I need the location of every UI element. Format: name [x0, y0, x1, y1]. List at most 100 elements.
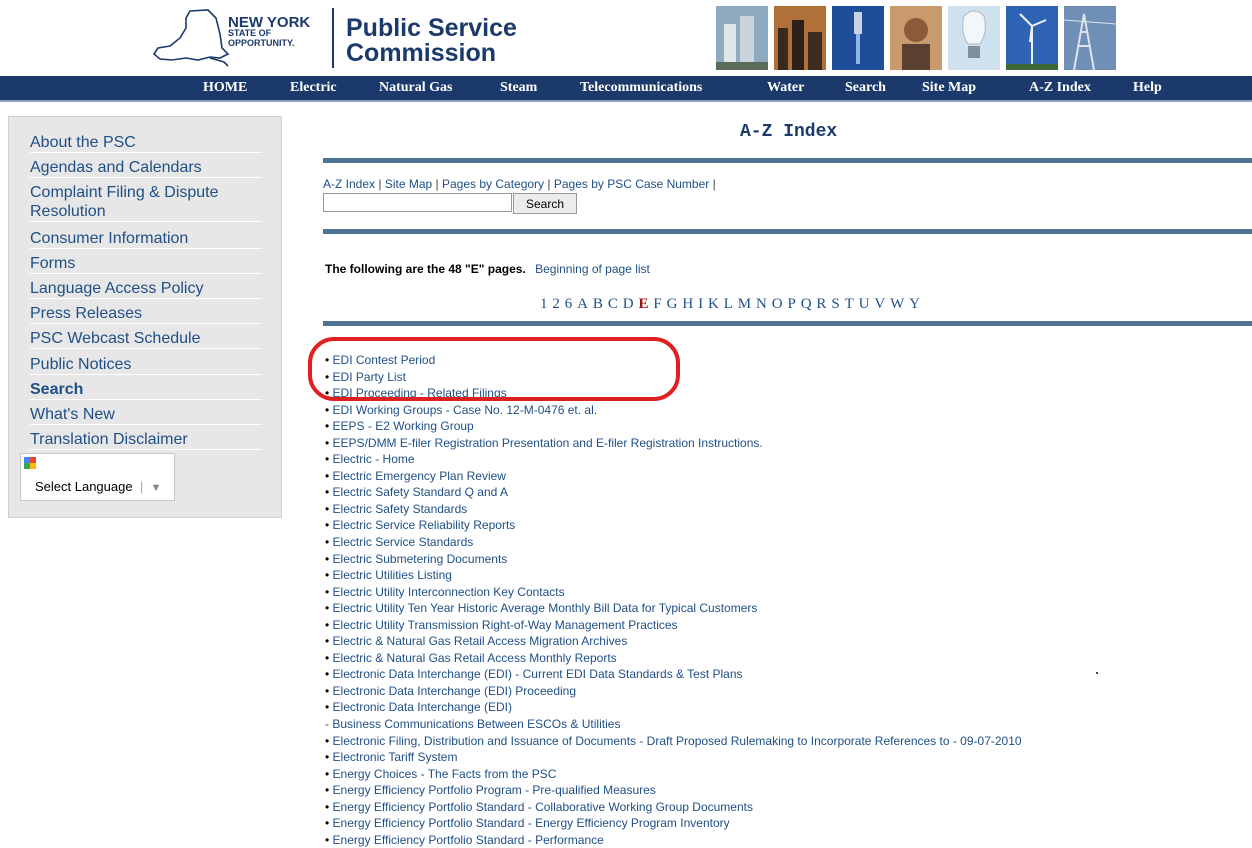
nav-water[interactable]: Water	[767, 80, 804, 96]
main-nav: HOME Electric Natural Gas Steam Telecomm…	[0, 76, 1252, 100]
beginning-of-list-link[interactable]: Beginning of page list	[535, 262, 650, 276]
sidebar-item-consumer-information[interactable]: Consumer Information	[30, 229, 262, 249]
logo-divider	[332, 8, 334, 68]
entry-link[interactable]: Electric Utility Interconnection Key Con…	[333, 585, 565, 599]
nav-search[interactable]: Search	[845, 80, 886, 96]
letter-link-t[interactable]: T	[845, 296, 854, 313]
letter-link-r[interactable]: R	[816, 296, 826, 313]
nav-home[interactable]: HOME	[203, 80, 247, 96]
entry-link[interactable]: Electric Emergency Plan Review	[333, 469, 506, 483]
entry-link[interactable]: Electric Safety Standards	[333, 502, 468, 516]
letter-link-s[interactable]: S	[831, 296, 839, 313]
letter-link-g[interactable]: G	[667, 296, 678, 313]
list-item: • EEPS/DMM E-filer Registration Presenta…	[325, 435, 1022, 452]
letter-link-w[interactable]: W	[890, 296, 904, 313]
entry-link[interactable]: Electronic Data Interchange (EDI)	[333, 700, 512, 714]
psc-title[interactable]: Public Service Commission	[346, 16, 517, 66]
letter-link-n[interactable]: N	[756, 296, 767, 313]
sidebar-item-agendas[interactable]: Agendas and Calendars	[30, 158, 262, 178]
sidebar-item-public-notices[interactable]: Public Notices	[30, 355, 262, 375]
bullet-icon: •	[325, 650, 333, 665]
entry-link[interactable]: Electric Utility Transmission Right-of-W…	[333, 618, 678, 632]
nav-steam[interactable]: Steam	[500, 80, 537, 96]
letter-link-l[interactable]: L	[724, 296, 733, 313]
sidebar-item-about[interactable]: About the PSC	[30, 133, 262, 153]
subnav-pages-by-category[interactable]: Pages by Category	[442, 177, 544, 191]
subnav-pages-by-case-number[interactable]: Pages by PSC Case Number	[554, 177, 709, 191]
entry-link[interactable]: Electric Service Reliability Reports	[333, 518, 516, 532]
nav-accent-line	[0, 100, 1252, 102]
entry-link[interactable]: Electric Utility Ten Year Historic Avera…	[333, 601, 758, 615]
letter-link-a[interactable]: A	[577, 296, 588, 313]
entry-link[interactable]: Electric Safety Standard Q and A	[333, 485, 508, 499]
subnav-site-map[interactable]: Site Map	[385, 177, 432, 191]
nav-help[interactable]: Help	[1133, 80, 1162, 96]
entry-link[interactable]: Energy Efficiency Portfolio Standard - P…	[333, 833, 604, 847]
letter-link-o[interactable]: O	[772, 296, 783, 313]
entry-link[interactable]: Electric Submetering Documents	[333, 552, 508, 566]
nav-natural-gas[interactable]: Natural Gas	[379, 80, 453, 96]
letter-link-h[interactable]: H	[682, 296, 693, 313]
sidebar-item-whats-new[interactable]: What's New	[30, 405, 262, 425]
entry-link[interactable]: Electric & Natural Gas Retail Access Mon…	[333, 651, 617, 665]
language-select-label: Select Language	[35, 479, 133, 494]
entry-link[interactable]: EEPS - E2 Working Group	[333, 419, 474, 433]
sidebar-item-translation-disclaimer[interactable]: Translation Disclaimer	[30, 430, 262, 450]
entry-link[interactable]: Energy Efficiency Portfolio Standard - C…	[333, 800, 753, 814]
search-input[interactable]	[323, 193, 512, 212]
list-item: • Electric - Home	[325, 451, 1022, 468]
entry-link[interactable]: Electric Service Standards	[333, 535, 474, 549]
telephone-person-photo-icon	[890, 6, 942, 70]
letter-link-p[interactable]: P	[787, 296, 795, 313]
language-select-divider: |	[136, 479, 147, 494]
language-select[interactable]: Select Language | ▼	[35, 479, 161, 494]
sidebar-item-complaint-filing[interactable]: Complaint Filing & Dispute Resolution	[30, 183, 262, 222]
nav-site-map[interactable]: Site Map	[922, 80, 976, 96]
entry-link[interactable]: EEPS/DMM E-filer Registration Presentati…	[333, 436, 763, 450]
water-faucet-photo-icon	[832, 6, 884, 70]
entry-link[interactable]: Energy Efficiency Portfolio Program - Pr…	[333, 783, 656, 797]
nav-telecommunications[interactable]: Telecommunications	[580, 80, 702, 96]
nav-electric[interactable]: Electric	[290, 80, 337, 96]
entry-link[interactable]: Electric - Home	[333, 452, 415, 466]
letter-link-y[interactable]: Y	[909, 296, 920, 313]
list-item: • Electric Utility Transmission Right-of…	[325, 617, 1022, 634]
letter-link-f[interactable]: F	[653, 296, 661, 313]
nav-a-z-index[interactable]: A-Z Index	[1029, 80, 1091, 96]
entry-link[interactable]: Electronic Data Interchange (EDI) Procee…	[333, 684, 576, 698]
entry-link[interactable]: Electric & Natural Gas Retail Access Mig…	[333, 634, 628, 648]
sidebar-item-language-access[interactable]: Language Access Policy	[30, 279, 262, 299]
letter-link-m[interactable]: M	[738, 296, 751, 313]
list-item: • Electronic Data Interchange (EDI) Proc…	[325, 683, 1022, 700]
entry-link[interactable]: Electronic Data Interchange (EDI) - Curr…	[333, 667, 743, 681]
letter-link-u[interactable]: U	[859, 296, 870, 313]
letter-link-2[interactable]: 2	[552, 296, 560, 313]
ny-state-map-icon	[152, 9, 230, 67]
letter-link-q[interactable]: Q	[801, 296, 812, 313]
ny-state-logo[interactable]: NEW YORK STATE OF OPPORTUNITY.	[150, 8, 328, 70]
letter-link-c[interactable]: C	[608, 296, 618, 313]
letter-link-b[interactable]: B	[593, 296, 603, 313]
letter-link-v[interactable]: V	[874, 296, 885, 313]
sidebar-item-webcast[interactable]: PSC Webcast Schedule	[30, 329, 262, 349]
search-button[interactable]: Search	[513, 193, 577, 214]
letter-link-i[interactable]: I	[698, 296, 703, 313]
sidebar-item-forms[interactable]: Forms	[30, 254, 262, 274]
letter-link-e[interactable]: E	[638, 296, 648, 313]
letter-link-d[interactable]: D	[623, 296, 634, 313]
sidebar-item-press-releases[interactable]: Press Releases	[30, 304, 262, 324]
entry-link[interactable]: EDI Working Groups - Case No. 12-M-0476 …	[333, 403, 598, 417]
list-item: • Energy Efficiency Portfolio Standard -…	[325, 799, 1022, 816]
entry-link[interactable]: Electronic Tariff System	[333, 750, 458, 764]
letter-link-6[interactable]: 6	[565, 296, 573, 313]
entry-link[interactable]: Energy Choices - The Facts from the PSC	[333, 767, 557, 781]
entry-link[interactable]: Electric Utilities Listing	[333, 568, 452, 582]
subnav-az-index[interactable]: A-Z Index	[323, 177, 375, 191]
bullet-icon: •	[325, 700, 333, 715]
letter-link-k[interactable]: K	[708, 296, 719, 313]
list-item: • Electronic Data Interchange (EDI)	[325, 699, 1022, 716]
letter-link-1[interactable]: 1	[540, 296, 548, 313]
sidebar-item-search[interactable]: Search	[30, 380, 262, 400]
entry-link[interactable]: Energy Efficiency Portfolio Standard - E…	[333, 816, 730, 830]
entry-link[interactable]: Electronic Filing, Distribution and Issu…	[333, 734, 1022, 748]
